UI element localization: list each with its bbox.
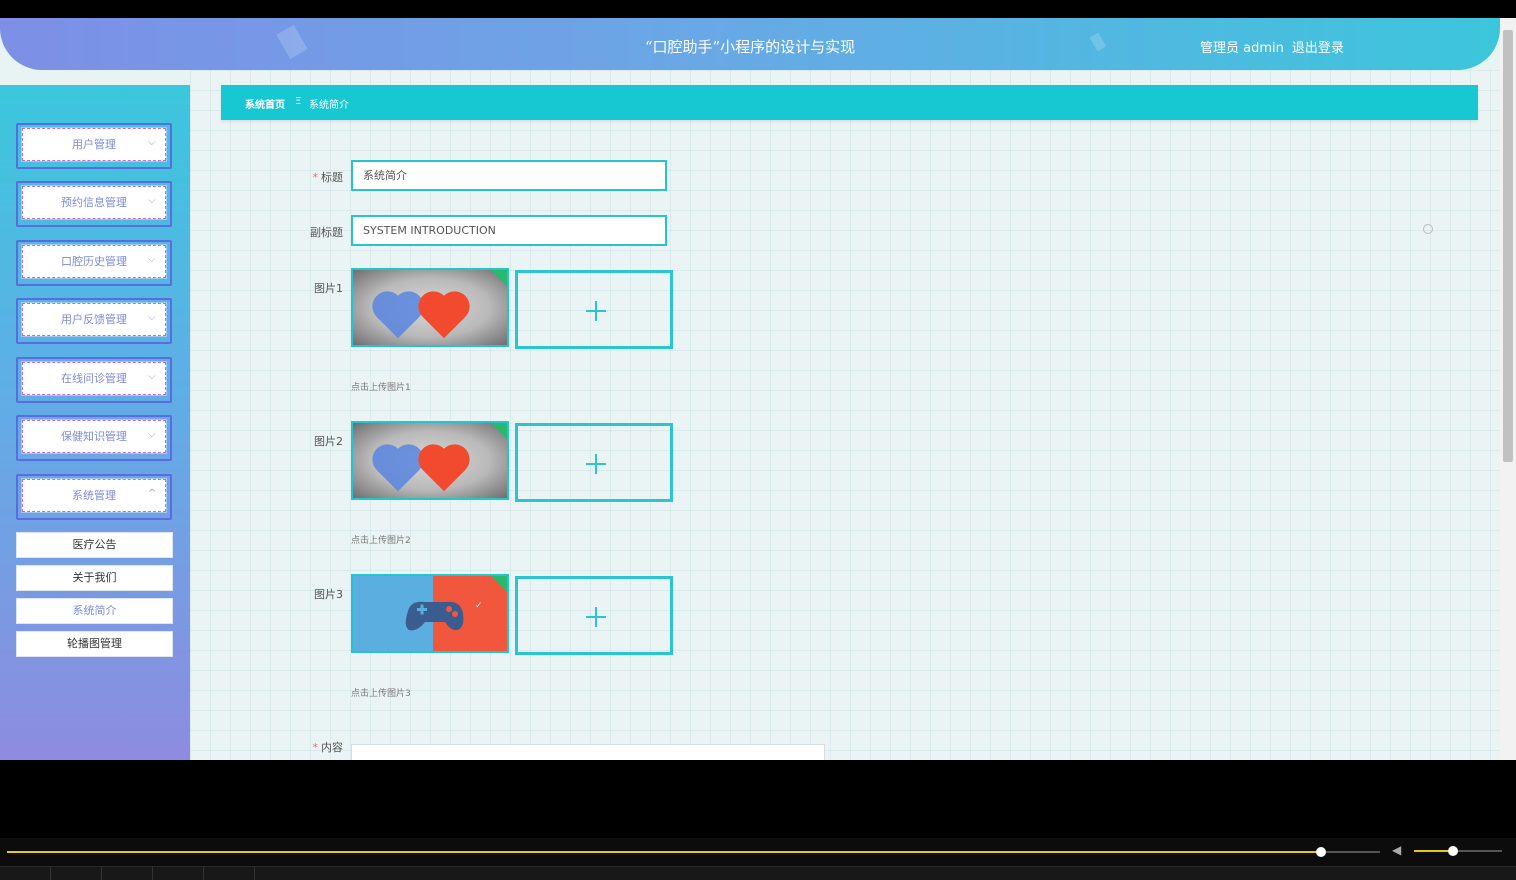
- volume-handle[interactable]: [1448, 846, 1458, 856]
- image1-hint: 点击上传图片1: [351, 383, 411, 393]
- uploaded-check-icon: [491, 423, 507, 439]
- top-header: “口腔助手”小程序的设计与实现 管理员 admin 退出登录: [0, 18, 1500, 70]
- heart-image: [422, 295, 466, 339]
- sidebar-menu-appointment[interactable]: 预约信息管理 ⌵: [16, 181, 172, 227]
- menu-label: 用户反馈管理: [61, 313, 127, 326]
- menu-label: 预约信息管理: [61, 196, 127, 209]
- chevron-down-icon: ⌵: [148, 195, 156, 206]
- volume-icon[interactable]: ◀: [1392, 843, 1408, 857]
- menu-label: 系统管理: [72, 489, 116, 502]
- heart-image: [376, 295, 420, 339]
- sidebar-menu-consultation[interactable]: 在线问诊管理 ⌵: [16, 357, 172, 403]
- bottom-strip: [0, 866, 1516, 880]
- sidebar-menu-user[interactable]: 用户管理 ⌵: [16, 123, 172, 169]
- uploaded-check-icon: [491, 576, 507, 592]
- submenu-carousel[interactable]: 轮播图管理: [16, 631, 173, 657]
- required-mark: *: [312, 741, 319, 754]
- plus-icon: [595, 607, 597, 627]
- sidebar-menu-health-knowledge[interactable]: 保健知识管理 ⌵: [16, 415, 172, 461]
- image2-hint: 点击上传图片2: [351, 536, 411, 546]
- title-label: * 标题: [312, 171, 344, 184]
- image1-thumbnail[interactable]: [351, 268, 509, 347]
- image3-upload-button[interactable]: [515, 576, 673, 655]
- uploaded-check-icon: [491, 270, 507, 286]
- plus-icon: [595, 454, 597, 474]
- menu-label: 用户管理: [72, 138, 116, 151]
- header-user-area: 管理员 admin 退出登录: [1200, 37, 1344, 56]
- progress-fill: [7, 851, 1321, 853]
- chevron-down-icon: ⌵: [148, 429, 156, 440]
- content-label: * 内容: [312, 741, 344, 754]
- image1-label: 图片1: [314, 282, 343, 295]
- chevron-down-icon: ⌵: [148, 137, 156, 148]
- rich-text-toolbar[interactable]: [351, 744, 825, 760]
- image2-label: 图片2: [314, 435, 343, 448]
- sidebar-menu-feedback[interactable]: 用户反馈管理 ⌵: [16, 298, 172, 344]
- required-mark: *: [312, 171, 319, 184]
- strip-divider: [50, 866, 51, 880]
- heart-image: [422, 448, 466, 492]
- menu-label: 在线问诊管理: [61, 372, 127, 385]
- strip-divider: [254, 866, 255, 880]
- submenu-system-intro[interactable]: 系统简介: [16, 598, 173, 624]
- scrollbar-thumb[interactable]: [1503, 30, 1513, 462]
- submenu-medical-notice[interactable]: 医疗公告: [16, 532, 173, 558]
- heart-image: [376, 448, 420, 492]
- admin-user-label: 管理员 admin: [1200, 41, 1284, 56]
- svg-text:✓: ✓: [475, 601, 483, 611]
- chevron-up-icon: ^: [148, 488, 157, 499]
- subtitle-input[interactable]: SYSTEM INTRODUCTION: [351, 215, 667, 246]
- breadcrumb: 系统首页 Ξ 系统简介: [221, 85, 1478, 120]
- gamepad-image: ✓: [405, 601, 483, 631]
- submenu-about-us[interactable]: 关于我们: [16, 565, 173, 591]
- plus-icon: [595, 301, 597, 321]
- progress-handle[interactable]: [1316, 847, 1326, 857]
- title-input[interactable]: 系统简介: [351, 160, 667, 191]
- chevron-down-icon: ⌵: [148, 254, 156, 265]
- chevron-down-icon: ⌵: [148, 312, 156, 323]
- menu-label: 保健知识管理: [61, 430, 127, 443]
- image1-upload-button[interactable]: [515, 270, 673, 349]
- sidebar-menu-system[interactable]: 系统管理 ^: [16, 474, 172, 520]
- strip-divider: [203, 866, 204, 880]
- sidebar-menu-oral-history[interactable]: 口腔历史管理 ⌵: [16, 240, 172, 286]
- image2-upload-button[interactable]: [515, 423, 673, 502]
- image3-label: 图片3: [314, 588, 343, 601]
- subtitle-label: 副标题: [310, 226, 343, 239]
- image3-hint: 点击上传图片3: [351, 689, 411, 699]
- breadcrumb-separator-icon: Ξ: [295, 96, 302, 107]
- breadcrumb-current: 系统简介: [309, 100, 349, 111]
- close-circle-icon[interactable]: [1423, 224, 1433, 234]
- image3-thumbnail[interactable]: ✓: [351, 574, 509, 653]
- breadcrumb-home[interactable]: 系统首页: [245, 96, 285, 111]
- browser-viewport: “口腔助手”小程序的设计与实现 管理员 admin 退出登录 用户管理 ⌵ 预约…: [0, 18, 1516, 760]
- menu-label: 口腔历史管理: [61, 255, 127, 268]
- image2-thumbnail[interactable]: [351, 421, 509, 500]
- strip-divider: [101, 866, 102, 880]
- strip-divider: [152, 866, 153, 880]
- video-frame: “口腔助手”小程序的设计与实现 管理员 admin 退出登录 用户管理 ⌵ 预约…: [0, 0, 1516, 880]
- logout-link[interactable]: 退出登录: [1292, 37, 1344, 56]
- chevron-down-icon: ⌵: [148, 371, 156, 382]
